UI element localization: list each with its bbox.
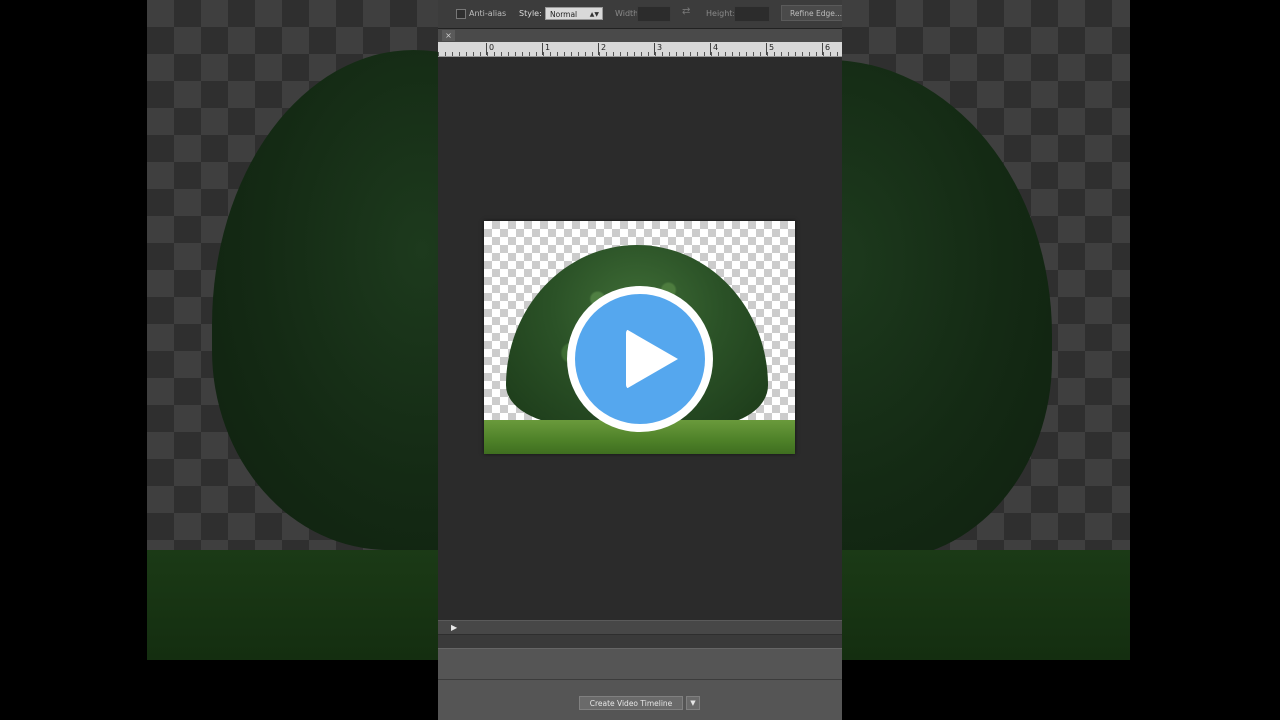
timeline-play-icon[interactable]: ▶ bbox=[451, 623, 457, 632]
ruler-mark: 6 bbox=[822, 43, 830, 55]
ruler-mark: 3 bbox=[654, 43, 662, 55]
style-select-value: Normal bbox=[550, 10, 578, 19]
select-arrows-icon: ▲▼ bbox=[589, 11, 599, 18]
refine-edge-button[interactable]: Refine Edge... bbox=[781, 5, 842, 21]
background-tree-left bbox=[212, 50, 439, 550]
height-field[interactable] bbox=[734, 6, 770, 22]
play-icon bbox=[626, 329, 678, 389]
timeline-separator bbox=[438, 679, 842, 680]
options-bar: Anti-alias Style: Normal ▲▼ Width: ⇄ Hei… bbox=[438, 0, 842, 29]
height-label: Height: bbox=[706, 9, 736, 18]
background-grass-left bbox=[147, 550, 439, 660]
video-play-button[interactable] bbox=[567, 286, 713, 432]
background-blur-left bbox=[147, 0, 439, 660]
horizontal-ruler: 0 1 2 3 4 5 6 bbox=[438, 42, 842, 57]
background-grass-right bbox=[842, 550, 1130, 660]
ruler-mark: 1 bbox=[542, 43, 550, 55]
photoshop-window: Anti-alias Style: Normal ▲▼ Width: ⇄ Hei… bbox=[438, 0, 842, 720]
document-tab-strip: × bbox=[438, 29, 842, 42]
ruler-mark: 5 bbox=[766, 43, 774, 55]
width-field[interactable] bbox=[637, 6, 671, 22]
timeline-divider bbox=[438, 634, 842, 649]
swap-arrows-icon[interactable]: ⇄ bbox=[682, 6, 690, 17]
background-blur-right bbox=[842, 0, 1130, 660]
ruler-mark: 0 bbox=[486, 43, 494, 55]
style-label: Style: bbox=[519, 9, 542, 18]
ruler-mark: 2 bbox=[598, 43, 606, 55]
create-video-timeline-button[interactable]: Create Video Timeline bbox=[579, 696, 683, 710]
ruler-mark: 4 bbox=[710, 43, 718, 55]
anti-alias-label: Anti-alias bbox=[469, 9, 507, 18]
style-select[interactable]: Normal ▲▼ bbox=[545, 7, 603, 20]
timeline-panel: Create Video Timeline ▼ bbox=[438, 648, 842, 720]
timeline-header: ▶ bbox=[438, 620, 842, 635]
close-icon[interactable]: × bbox=[442, 30, 455, 41]
chevron-down-icon[interactable]: ▼ bbox=[686, 696, 700, 710]
canvas-area[interactable] bbox=[438, 57, 842, 620]
play-button-circle bbox=[575, 294, 705, 424]
background-tree-right bbox=[842, 60, 1052, 560]
anti-alias-checkbox[interactable] bbox=[456, 9, 466, 19]
